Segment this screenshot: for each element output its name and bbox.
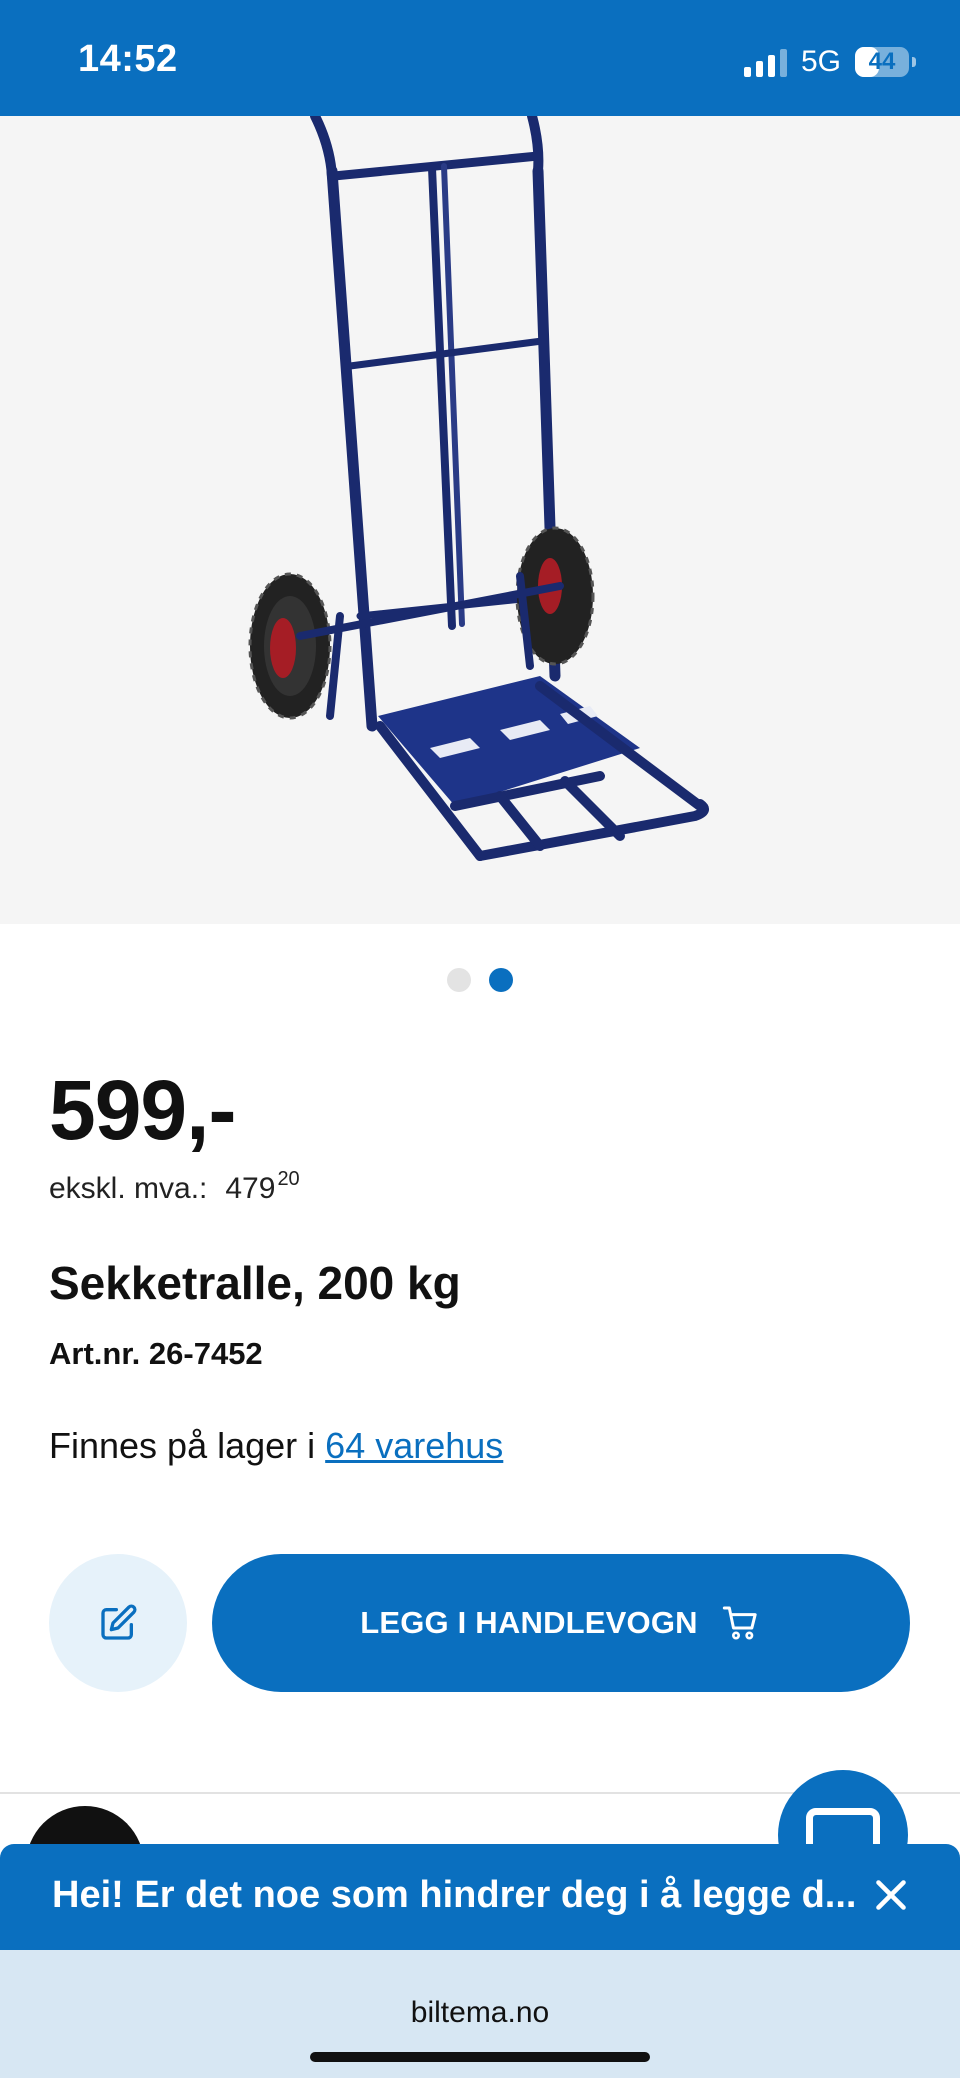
- store-availability-link[interactable]: 64 varehus: [325, 1425, 503, 1466]
- edit-note-button[interactable]: [49, 1554, 187, 1692]
- add-to-cart-button[interactable]: LEGG I HANDLEVOGN: [212, 1554, 910, 1692]
- status-bar: 14:52 5G 44: [0, 0, 960, 116]
- stock-status: Finnes på lager i 64 varehus: [49, 1425, 503, 1467]
- shopping-cart-icon: [722, 1606, 757, 1640]
- vat-cents: 20: [277, 1168, 300, 1190]
- product-price: 599,-: [49, 1063, 236, 1157]
- chat-prompt-banner[interactable]: Hei! Er det noe som hindrer deg i å legg…: [0, 1844, 960, 1950]
- add-to-cart-label: LEGG I HANDLEVOGN: [360, 1605, 698, 1640]
- status-indicators: 5G 44: [743, 44, 916, 80]
- chat-prompt-text[interactable]: Hei! Er det noe som hindrer deg i å legg…: [52, 1874, 856, 1917]
- battery-icon: 44: [855, 47, 909, 77]
- article-number: Art.nr. 26-7452: [49, 1336, 263, 1371]
- price-excl-vat: ekskl. mva.: 479 20: [49, 1168, 300, 1206]
- carousel-dot-2[interactable]: [489, 968, 513, 992]
- network-type: 5G: [800, 45, 841, 78]
- signal-icon: [743, 47, 787, 77]
- status-time: 14:52: [78, 38, 178, 80]
- carousel-indicator[interactable]: [0, 968, 960, 992]
- product-title: Sekketralle, 200 kg: [49, 1257, 461, 1309]
- carousel-dot-1[interactable]: [447, 968, 471, 992]
- close-icon[interactable]: [866, 1870, 916, 1920]
- hand-truck-illustration: [248, 116, 709, 861]
- stock-prefix: Finnes på lager i: [49, 1425, 316, 1466]
- home-indicator[interactable]: [310, 2052, 650, 2062]
- vat-value: 479 20: [225, 1168, 300, 1205]
- battery-level: 44: [868, 48, 896, 75]
- pencil-square-icon: [101, 1604, 137, 1640]
- vat-label: ekskl. mva.:: [49, 1172, 208, 1205]
- product-image[interactable]: [0, 116, 960, 924]
- browser-address-bar[interactable]: biltema.no: [0, 1950, 960, 2078]
- browser-url[interactable]: biltema.no: [0, 1996, 960, 2030]
